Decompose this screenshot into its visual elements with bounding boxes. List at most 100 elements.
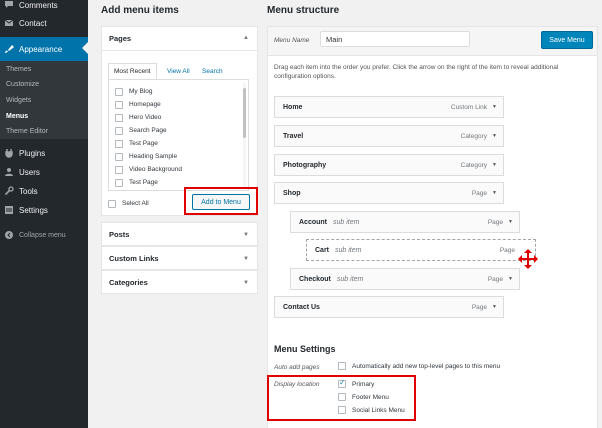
chevron-down-icon[interactable]: ▼: [243, 256, 249, 262]
scrollbar-thumb[interactable]: [243, 88, 246, 138]
expand-arrow-icon[interactable]: ▼: [492, 133, 497, 139]
checkbox[interactable]: [115, 139, 123, 148]
sidebar-item-plugins[interactable]: Plugins: [0, 143, 88, 163]
submenu-customize[interactable]: Customize: [6, 81, 39, 88]
menu-item-home[interactable]: Home Custom Link ▼: [274, 96, 504, 118]
expand-arrow-icon[interactable]: ▼: [492, 104, 497, 110]
expand-arrow-icon[interactable]: ▼: [508, 219, 513, 225]
tab-most-recent[interactable]: Most Recent: [108, 63, 157, 79]
list-item[interactable]: Homepage: [115, 99, 161, 110]
list-item[interactable]: Video Background: [115, 164, 182, 175]
sidebar-item-settings[interactable]: Settings: [0, 200, 88, 220]
expand-arrow-icon[interactable]: ▼: [492, 190, 497, 196]
sidebar-item-label: Contact: [19, 18, 47, 28]
sidebar-item-label: Appearance: [19, 44, 63, 54]
location-footer[interactable]: Footer Menu: [338, 393, 389, 401]
menu-structure-heading: Menu structure: [267, 5, 340, 16]
checkbox[interactable]: [115, 100, 123, 109]
sidebar-item-label: Collapse menu: [19, 231, 66, 239]
menu-item-travel[interactable]: Travel Category ▼: [274, 125, 504, 147]
list-item[interactable]: Test Page: [115, 138, 158, 149]
active-menu-arrow: [82, 42, 88, 54]
footer-checkbox[interactable]: [338, 393, 346, 401]
sidebar-item-label: Tools: [19, 186, 38, 196]
add-menu-items-heading: Add menu items: [101, 5, 179, 16]
sidebar-item-tools[interactable]: Tools: [0, 181, 88, 201]
item-type: Category: [460, 132, 487, 140]
chevron-down-icon[interactable]: ▼: [243, 280, 249, 286]
menu-item-photography[interactable]: Photography Category ▼: [274, 154, 504, 176]
save-menu-button[interactable]: Save Menu: [541, 31, 593, 49]
pages-checklist: My Blog Homepage Hero Video Search Page …: [108, 79, 249, 191]
item-type: Page: [471, 189, 487, 197]
item-type: Page: [499, 246, 515, 254]
checkbox[interactable]: [115, 152, 123, 161]
sidebar-item-label: Plugins: [19, 148, 46, 158]
submenu-widgets[interactable]: Widgets: [6, 97, 31, 104]
checkbox[interactable]: [115, 113, 123, 122]
chevron-up-icon[interactable]: ▲: [243, 35, 249, 41]
social-checkbox[interactable]: [338, 406, 346, 414]
menu-settings-title: Menu Settings: [274, 344, 336, 354]
tab-search[interactable]: Search: [197, 63, 228, 79]
menu-item-contact-us[interactable]: Contact Us Page ▼: [274, 296, 504, 318]
item-type: Page: [487, 275, 503, 283]
list-item[interactable]: My Blog: [115, 86, 152, 97]
expand-arrow-icon[interactable]: ▼: [492, 162, 497, 168]
posts-section-title: Posts: [109, 230, 130, 239]
menu-name-input[interactable]: Main: [320, 31, 470, 47]
submenu-themes[interactable]: Themes: [6, 66, 31, 73]
custom-links-section-title: Custom Links: [109, 254, 159, 263]
add-to-menu-button[interactable]: Add to Menu: [192, 194, 250, 210]
item-type: Custom Link: [450, 103, 487, 111]
tab-view-all[interactable]: View All: [162, 63, 195, 79]
expand-arrow-icon[interactable]: ▼: [508, 276, 513, 282]
list-item[interactable]: Search Page: [115, 125, 167, 136]
categories-section-title: Categories: [109, 278, 148, 287]
users-icon: [4, 167, 14, 177]
item-type: Page: [471, 303, 487, 311]
select-all-row[interactable]: Select All: [108, 198, 149, 209]
select-all-checkbox[interactable]: [108, 199, 116, 208]
display-location-label: Display location: [274, 381, 320, 388]
sidebar-item-users[interactable]: Users: [0, 162, 88, 182]
comments-icon: [4, 0, 14, 10]
primary-checkbox[interactable]: [338, 378, 346, 388]
menu-name-label: Menu Name: [274, 37, 310, 44]
menu-item-account[interactable]: Account sub item Page ▼: [290, 211, 520, 233]
menu-item-shop[interactable]: Shop Page ▼: [274, 182, 504, 204]
checkbox[interactable]: [115, 178, 123, 187]
checkbox[interactable]: [115, 165, 123, 174]
list-item[interactable]: Test Page: [115, 177, 158, 188]
collapse-menu-button[interactable]: Collapse menu: [0, 225, 88, 245]
wrench-icon: [4, 186, 14, 196]
sidebar-item-appearance[interactable]: Appearance: [0, 37, 88, 61]
auto-add-checkbox[interactable]: [338, 362, 346, 370]
item-type: Category: [460, 161, 487, 169]
location-social[interactable]: Social Links Menu: [338, 406, 405, 414]
sub-item-label: sub item: [335, 246, 362, 254]
auto-add-label: Auto add pages: [274, 364, 320, 371]
submenu-theme-editor[interactable]: Theme Editor: [6, 128, 48, 135]
chevron-down-icon[interactable]: ▼: [243, 232, 249, 238]
plugin-icon: [4, 148, 14, 158]
checkbox[interactable]: [115, 126, 123, 135]
location-primary[interactable]: Primary: [338, 378, 374, 388]
list-item[interactable]: Heading Sample: [115, 151, 177, 162]
menu-item-cart-dragging[interactable]: Cart sub item Page: [306, 239, 536, 261]
auto-add-row[interactable]: Automatically add new top-level pages to…: [338, 362, 500, 370]
sub-item-label: sub item: [333, 218, 360, 226]
pages-section-title[interactable]: Pages: [109, 34, 131, 43]
sidebar-item-label: Settings: [19, 205, 48, 215]
mail-icon: [4, 18, 14, 28]
move-cursor-icon: [517, 248, 539, 270]
submenu-menus[interactable]: Menus: [6, 113, 28, 120]
sidebar-item-contact[interactable]: Contact: [0, 13, 88, 33]
menu-item-checkout[interactable]: Checkout sub item Page ▼: [290, 268, 520, 290]
expand-arrow-icon[interactable]: ▼: [492, 304, 497, 310]
item-type: Page: [487, 218, 503, 226]
pages-tabs: Most Recent View All Search: [108, 63, 248, 79]
list-item[interactable]: Hero Video: [115, 112, 161, 123]
checkbox[interactable]: [115, 87, 123, 96]
collapse-icon: [4, 230, 14, 240]
